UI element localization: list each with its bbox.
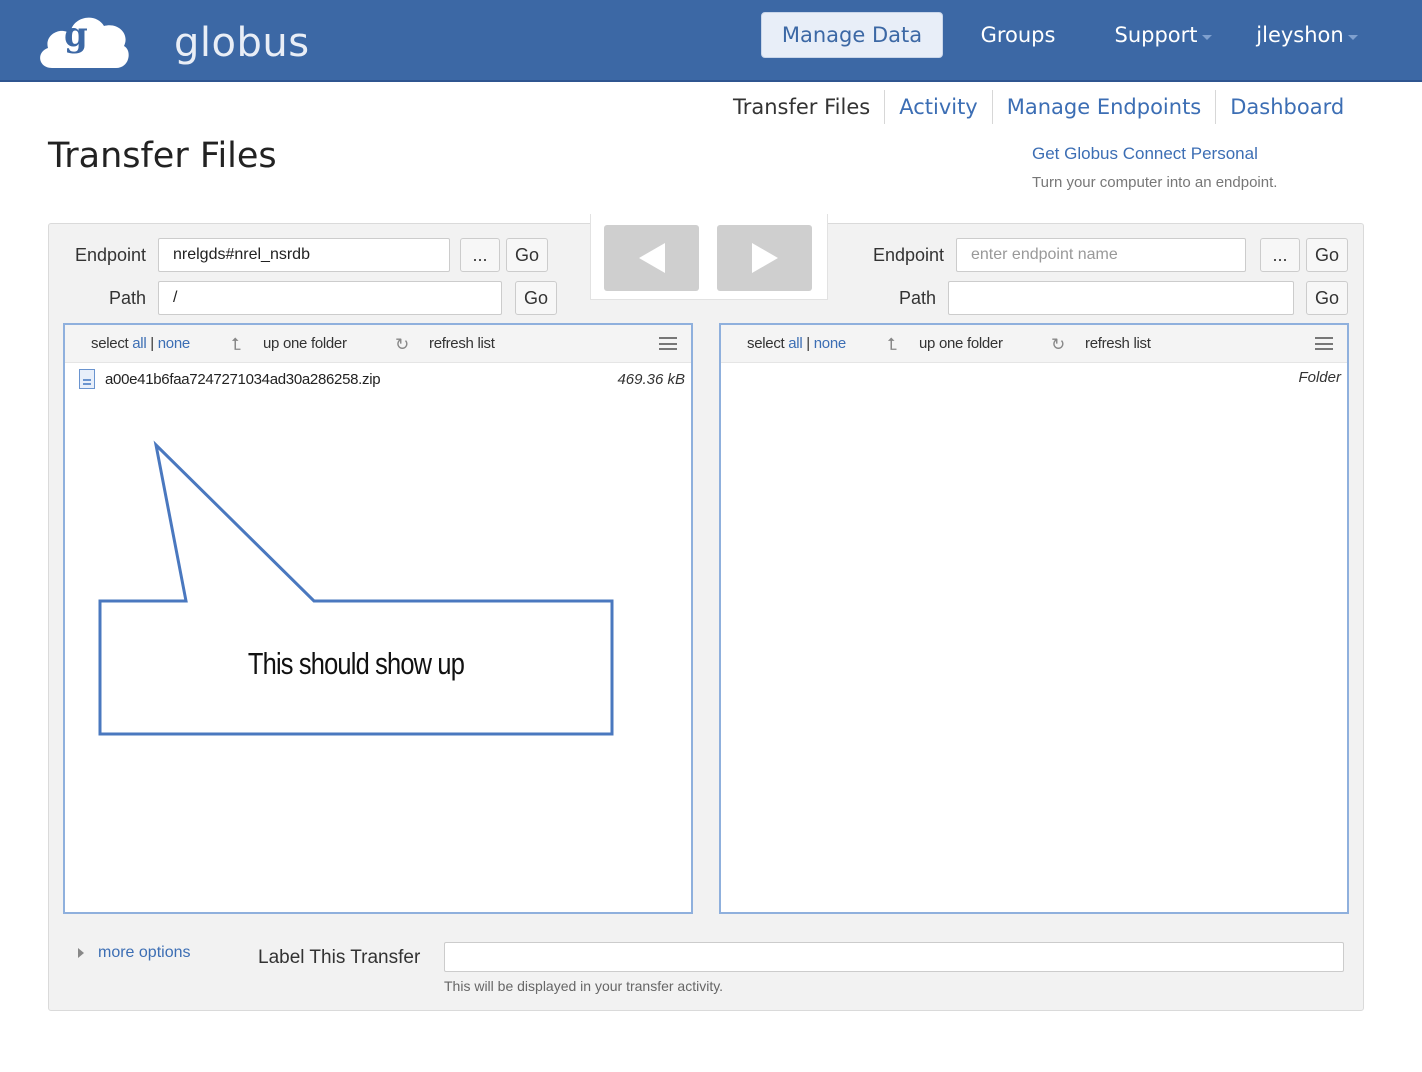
list-item[interactable]: a00e41b6faa7247271034ad30a286258.zip 469… <box>65 365 691 395</box>
select-separator: | <box>150 335 154 352</box>
left-endpoint-go-button[interactable]: Go <box>506 238 548 272</box>
menu-icon[interactable] <box>659 337 677 350</box>
right-file-list[interactable]: select all | none ⮤ up one folder ↻ refr… <box>719 323 1349 914</box>
left-path-label: Path <box>108 288 146 308</box>
folder-column-header: Folder <box>1298 369 1341 386</box>
sub-navigation: Transfer Files Activity Manage Endpoints… <box>733 90 1344 124</box>
subnav-divider <box>1215 90 1217 124</box>
refresh-list-link[interactable]: refresh list <box>1085 335 1151 352</box>
nav-support[interactable]: Support <box>1104 12 1222 58</box>
right-path-go-button[interactable]: Go <box>1306 281 1348 315</box>
logo-text: globus <box>174 20 310 66</box>
chevron-down-icon <box>1347 34 1358 40</box>
select-none-link[interactable]: none <box>158 335 190 352</box>
gcp-description: Turn your computer into an endpoint. <box>1032 174 1278 191</box>
get-globus-connect-link[interactable]: Get Globus Connect Personal <box>1032 144 1258 164</box>
file-size: 469.36 kB <box>617 371 685 388</box>
refresh-icon: ↻ <box>1051 335 1065 354</box>
left-path-go-button[interactable]: Go <box>515 281 557 315</box>
nav-user-label: jleyshon <box>1256 23 1344 47</box>
file-name: a00e41b6faa7247271034ad30a286258.zip <box>105 371 381 388</box>
up-folder-icon: ⮤ <box>887 335 897 354</box>
right-endpoint-go-button[interactable]: Go <box>1306 238 1348 272</box>
transfer-left-button[interactable] <box>604 225 699 291</box>
left-endpoint-browse-button[interactable]: ... <box>460 238 500 272</box>
left-endpoint-input[interactable]: nrelgds#nrel_nsrdb <box>158 238 450 272</box>
up-one-folder-link[interactable]: up one folder <box>263 335 347 352</box>
right-endpoint-input[interactable]: enter endpoint name <box>956 238 1246 272</box>
logo-letter: g <box>64 15 88 55</box>
menu-icon[interactable] <box>1315 337 1333 350</box>
subnav-divider <box>884 90 886 124</box>
nav-manage-data[interactable]: Manage Data <box>761 12 943 58</box>
page-title: Transfer Files <box>48 136 277 176</box>
left-path-input[interactable]: / <box>158 281 502 315</box>
right-path-label: Path <box>898 288 936 308</box>
left-select-controls: select all | none <box>91 335 190 352</box>
globus-logo[interactable]: g globus <box>34 6 309 76</box>
refresh-list-link[interactable]: refresh list <box>429 335 495 352</box>
transfer-right-button[interactable] <box>717 225 812 291</box>
select-separator: | <box>806 335 810 352</box>
right-endpoint-browse-button[interactable]: ... <box>1260 238 1300 272</box>
subnav-dashboard[interactable]: Dashboard <box>1230 95 1344 119</box>
select-all-link[interactable]: all <box>132 335 146 352</box>
select-all-link[interactable]: all <box>788 335 802 352</box>
subnav-divider <box>991 90 993 124</box>
up-one-folder-link[interactable]: up one folder <box>919 335 1003 352</box>
arrow-left-icon <box>638 243 665 273</box>
left-endpoint-label: Endpoint <box>74 245 146 265</box>
left-list-toolbar: select all | none ⮤ up one folder ↻ refr… <box>65 325 691 363</box>
triangle-right-icon <box>78 948 84 958</box>
select-label: select <box>747 335 785 352</box>
right-endpoint-label: Endpoint <box>872 245 944 265</box>
refresh-icon: ↻ <box>395 335 409 354</box>
nav-support-label: Support <box>1114 23 1198 47</box>
nav-groups[interactable]: Groups <box>966 12 1070 58</box>
label-transfer-input[interactable] <box>444 942 1344 972</box>
left-file-list[interactable]: select all | none ⮤ up one folder ↻ refr… <box>63 323 693 914</box>
file-icon <box>79 369 95 389</box>
subnav-manage-endpoints[interactable]: Manage Endpoints <box>1007 95 1202 119</box>
label-transfer-help: This will be displayed in your transfer … <box>444 978 724 994</box>
label-transfer-label: Label This Transfer <box>258 947 421 968</box>
right-list-toolbar: select all | none ⮤ up one folder ↻ refr… <box>721 325 1347 363</box>
callout-text: This should show up <box>247 646 465 681</box>
arrow-right-icon <box>751 243 778 273</box>
select-label: select <box>91 335 129 352</box>
subnav-activity[interactable]: Activity <box>899 95 978 119</box>
right-select-controls: select all | none <box>747 335 846 352</box>
subnav-transfer-files[interactable]: Transfer Files <box>733 95 870 119</box>
up-folder-icon: ⮤ <box>231 335 241 354</box>
chevron-down-icon <box>1201 34 1212 40</box>
select-none-link[interactable]: none <box>814 335 846 352</box>
nav-user-menu[interactable]: jleyshon <box>1244 12 1370 58</box>
right-path-input[interactable] <box>948 281 1294 315</box>
more-options-link[interactable]: more options <box>98 944 191 962</box>
top-navbar: g globus Manage Data Groups Support jley… <box>0 0 1422 82</box>
globus-cloud-logo: g <box>40 15 129 68</box>
